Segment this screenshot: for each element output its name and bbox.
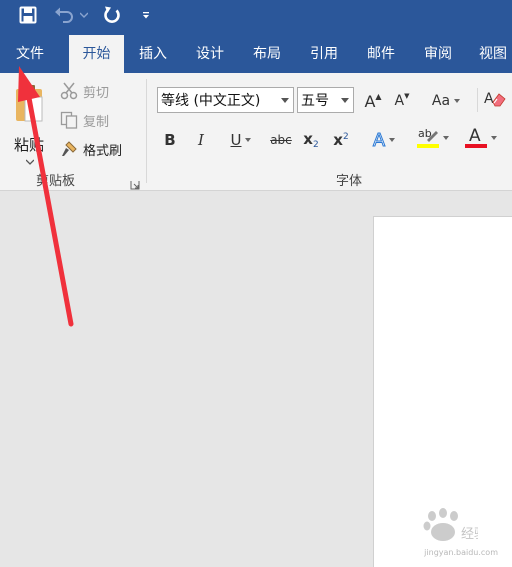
svg-text:A: A xyxy=(484,91,494,107)
undo-dropdown[interactable] xyxy=(78,0,90,30)
font-color-button[interactable]: A xyxy=(461,126,501,150)
font-name-value: 等线 (中文正文) xyxy=(161,93,261,109)
ribbon-tab-bar: 文件 开始 插入 设计 布局 引用 邮件 审阅 视图 xyxy=(0,35,512,73)
undo-icon xyxy=(55,7,73,23)
strikethrough-button[interactable]: abc xyxy=(267,128,295,152)
chevron-down-icon xyxy=(80,12,88,18)
tab-mailings[interactable]: 邮件 xyxy=(354,35,408,73)
italic-icon: I xyxy=(198,131,204,149)
customize-qat-icon xyxy=(143,12,149,19)
redo-button[interactable] xyxy=(98,0,126,30)
subscript-icon: x2 xyxy=(303,130,319,150)
shrink-font-button[interactable]: A ▼ xyxy=(391,89,413,113)
underline-button[interactable]: U xyxy=(221,128,261,152)
redo-icon xyxy=(104,6,120,23)
group-divider xyxy=(146,79,147,183)
copy-button[interactable]: 复制 xyxy=(60,109,109,131)
chevron-down-icon xyxy=(341,98,349,103)
tab-design[interactable]: 设计 xyxy=(183,35,237,73)
subscript-button[interactable]: x2 xyxy=(300,128,322,152)
text-effects-icon: A xyxy=(372,129,386,151)
customize-qat-button[interactable] xyxy=(138,0,154,30)
clear-formatting-button[interactable]: A xyxy=(477,88,507,112)
format-painter-icon xyxy=(62,141,77,156)
underline-icon: U xyxy=(230,131,242,149)
tab-home[interactable]: 开始 xyxy=(69,35,124,73)
strikethrough-icon: abc xyxy=(270,133,292,147)
font-color-icon: A xyxy=(465,126,487,150)
superscript-button[interactable]: x2 xyxy=(330,128,352,152)
watermark-text: jingyan.baidu.com xyxy=(424,548,498,557)
paste-button[interactable]: 粘贴 xyxy=(8,83,50,171)
bold-icon: B xyxy=(164,131,176,149)
chevron-down-icon xyxy=(26,159,34,165)
font-group-label: 字体 xyxy=(336,174,363,189)
grow-font-button[interactable]: A ▲ xyxy=(362,89,384,113)
baidu-paw-logo: 经验 xyxy=(423,508,478,542)
dialog-launcher-icon xyxy=(130,181,140,190)
copy-icon xyxy=(60,111,78,129)
eraser-icon: A xyxy=(484,91,506,107)
cut-label: 剪切 xyxy=(83,85,110,101)
font-size-combo[interactable]: 五号 xyxy=(297,87,354,113)
save-icon xyxy=(19,6,37,24)
chevron-down-icon xyxy=(281,98,289,103)
tab-file[interactable]: 文件 xyxy=(0,35,60,73)
format-painter-button[interactable]: 格式刷 xyxy=(60,138,122,160)
tab-review[interactable]: 审阅 xyxy=(411,35,465,73)
paste-icon xyxy=(16,85,43,122)
change-case-icon: Aa xyxy=(431,93,451,109)
clipboard-group-label: 剪贴板 xyxy=(36,174,76,189)
highlighter-icon: ab xyxy=(417,126,439,150)
clipboard-launcher[interactable] xyxy=(130,175,140,190)
font-name-combo[interactable]: 等线 (中文正文) xyxy=(157,87,294,113)
bold-button[interactable]: B xyxy=(160,128,180,152)
undo-button[interactable] xyxy=(51,0,77,30)
scissors-icon xyxy=(60,82,78,100)
format-painter-label: 格式刷 xyxy=(83,143,123,159)
change-case-button[interactable]: Aa xyxy=(427,89,465,113)
grow-font-icon: A xyxy=(364,91,376,111)
baidu-watermark: 经验 jingyan.baidu.com xyxy=(388,508,512,558)
cut-button[interactable]: 剪切 xyxy=(60,80,109,102)
tab-view[interactable]: 视图 xyxy=(468,35,512,73)
paste-label: 粘贴 xyxy=(14,136,45,154)
save-button[interactable] xyxy=(13,0,43,30)
italic-button[interactable]: I xyxy=(191,128,211,152)
tab-references[interactable]: 引用 xyxy=(297,35,351,73)
ribbon-home: 粘贴 剪切 复制 格式刷 剪贴板 等线 (中文正文) 五号 A ▲ A ▼ Aa… xyxy=(0,73,512,191)
copy-label: 复制 xyxy=(83,114,110,130)
svg-text:经验: 经验 xyxy=(461,526,478,542)
text-effects-button[interactable]: A xyxy=(364,128,404,152)
font-size-value: 五号 xyxy=(301,93,329,109)
quick-access-toolbar xyxy=(0,0,512,35)
tab-insert[interactable]: 插入 xyxy=(126,35,180,73)
tab-layout[interactable]: 布局 xyxy=(240,35,294,73)
shrink-font-icon: A xyxy=(394,93,405,109)
superscript-icon: x2 xyxy=(333,131,349,149)
highlight-button[interactable]: ab xyxy=(412,126,454,150)
